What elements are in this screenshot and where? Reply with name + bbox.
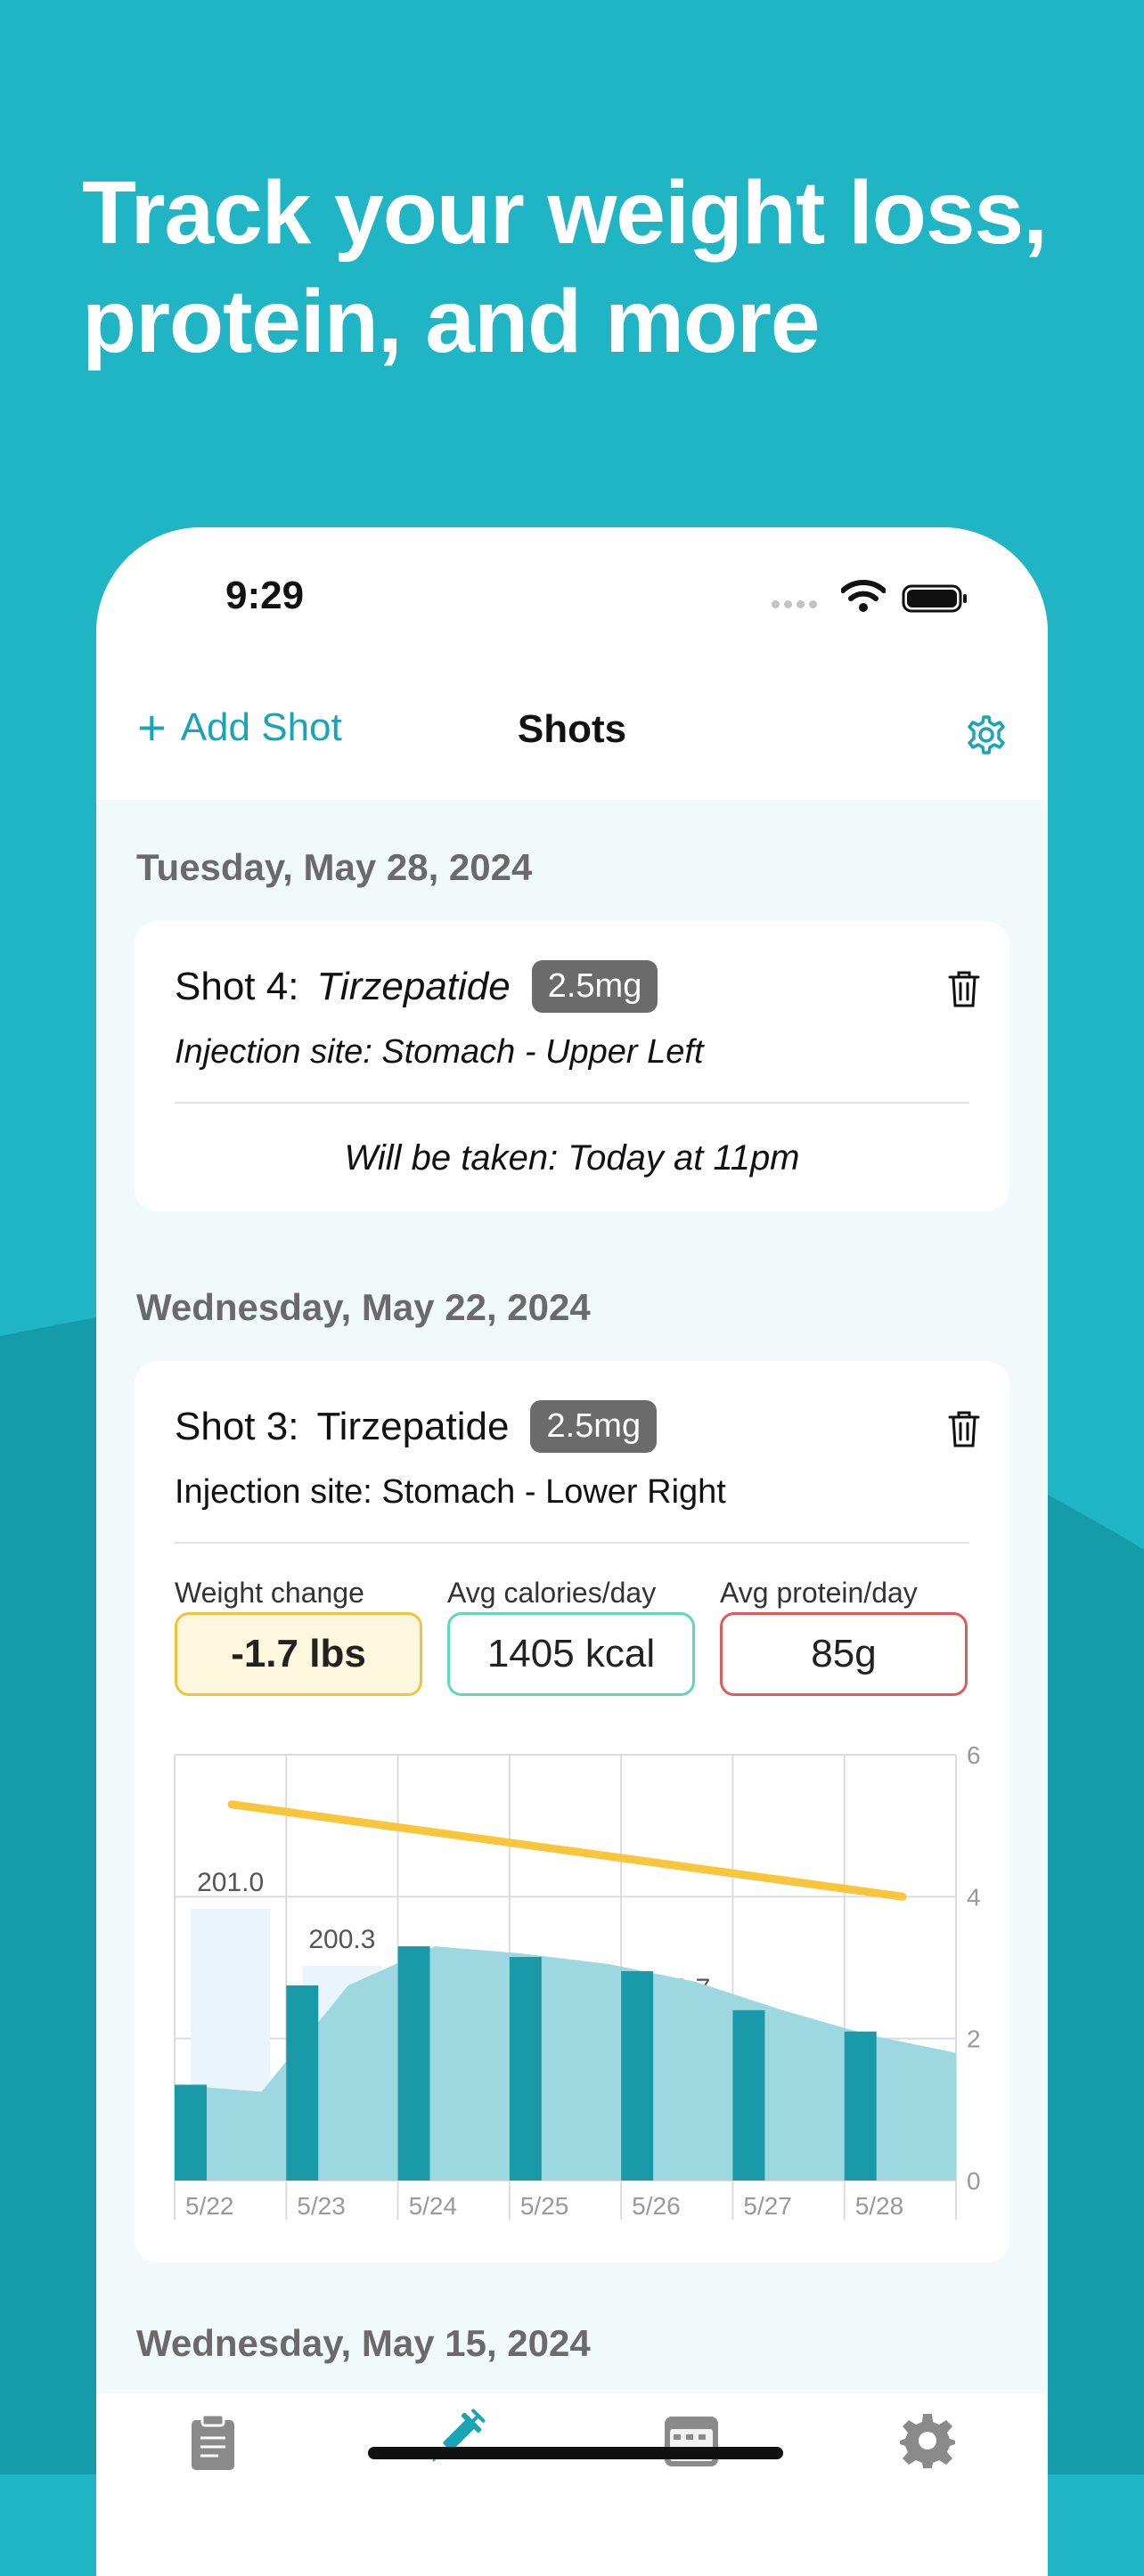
tab-bar xyxy=(96,2393,1048,2576)
x-tick-label: 5/27 xyxy=(743,2192,792,2220)
x-tick-label: 5/23 xyxy=(297,2192,346,2220)
avg-calories-value: 1405 kcal xyxy=(447,1612,695,1696)
shot-card[interactable]: Shot 3: Tirzepatide 2.5mg Injection site… xyxy=(135,1361,1009,2262)
avg-calories-label: Avg calories/day xyxy=(447,1577,657,1609)
divider xyxy=(175,1542,969,1544)
battery-icon xyxy=(902,584,967,613)
shot-card[interactable]: Shot 4: Tirzepatide 2.5mg Injection site… xyxy=(135,921,1009,1211)
date-header: Tuesday, May 28, 2024 xyxy=(136,846,533,888)
headline-line2: protein, and more xyxy=(82,272,821,371)
y-tick-label: 4 xyxy=(967,1883,981,1911)
x-tick-label: 5/25 xyxy=(520,2192,569,2220)
gear-icon[interactable] xyxy=(898,2411,957,2470)
clipboard-icon[interactable] xyxy=(188,2413,238,2472)
y-tick-label: 2 xyxy=(967,2026,981,2053)
schedule-text: Will be taken: Today at 11pm xyxy=(344,1138,800,1178)
drug-name: Tirzepatide xyxy=(316,1404,510,1448)
weight-change-label: Weight change xyxy=(175,1577,364,1609)
calorie-bar xyxy=(397,1946,430,2181)
date-header: Wednesday, May 15, 2024 xyxy=(136,2322,591,2364)
calorie-bar xyxy=(286,1985,319,2181)
weight-label: 200.3 xyxy=(308,1925,375,1954)
calorie-bar xyxy=(621,1970,654,2181)
calorie-bar xyxy=(844,2031,877,2181)
trend-line xyxy=(227,1800,907,1901)
date-header: Wednesday, May 22, 2024 xyxy=(136,1286,591,1328)
calendar-icon[interactable] xyxy=(663,2413,720,2468)
x-tick-label: 5/28 xyxy=(855,2192,904,2220)
weight-change-value: -1.7 lbs xyxy=(175,1612,422,1696)
shot-title: Shot 4: Tirzepatide 2.5mg xyxy=(175,960,658,1013)
syringe-icon[interactable] xyxy=(419,2404,490,2475)
shot-title: Shot 3: Tirzepatide 2.5mg xyxy=(175,1400,658,1453)
x-tick-label: 5/24 xyxy=(409,2192,457,2220)
dose-badge: 2.5mg xyxy=(531,960,658,1013)
page-title: Shots xyxy=(517,707,627,751)
status-icons xyxy=(772,579,968,615)
injection-site: Injection site: Stomach - Upper Left xyxy=(175,1033,704,1071)
shot-number: Shot 3: xyxy=(175,1404,299,1448)
wifi-icon xyxy=(841,580,886,612)
shot-number: Shot 4: xyxy=(175,964,299,1008)
trash-icon[interactable] xyxy=(947,1409,981,1448)
drug-name: Tirzepatide xyxy=(316,964,511,1008)
calorie-bar xyxy=(732,2009,765,2181)
injection-site: Injection site: Stomach - Lower Right xyxy=(175,1473,726,1511)
headline: Track your weight loss, protein, and mor… xyxy=(82,159,1107,376)
weight-chart: 6420201.0200.3199.9199.6199.7198.8198.55… xyxy=(174,1741,981,2220)
cellular-icon xyxy=(772,597,821,613)
weight-label: 201.0 xyxy=(197,1868,264,1897)
dose-badge: 2.5mg xyxy=(530,1400,658,1453)
settings-gear-icon[interactable] xyxy=(964,713,1009,757)
divider xyxy=(175,1102,969,1104)
phone-screen: 9:29 + Add Shot Shots Tuesday, May 28, 2… xyxy=(96,527,1048,2576)
avg-protein-label: Avg protein/day xyxy=(720,1577,918,1609)
y-tick-label: 6 xyxy=(967,1741,981,1769)
headline-line1: Track your weight loss, xyxy=(82,163,1048,263)
calorie-bar xyxy=(509,1957,542,2181)
avg-protein-value: 85g xyxy=(720,1612,968,1696)
x-tick-label: 5/22 xyxy=(185,2192,234,2220)
home-indicator xyxy=(368,2447,783,2459)
x-tick-label: 5/26 xyxy=(632,2192,681,2220)
calorie-bar xyxy=(175,2084,207,2181)
y-tick-label: 0 xyxy=(967,2167,981,2195)
status-time: 9:29 xyxy=(225,574,305,617)
trash-icon[interactable] xyxy=(947,969,981,1008)
top-bar: 9:29 + Add Shot Shots xyxy=(96,527,1048,800)
